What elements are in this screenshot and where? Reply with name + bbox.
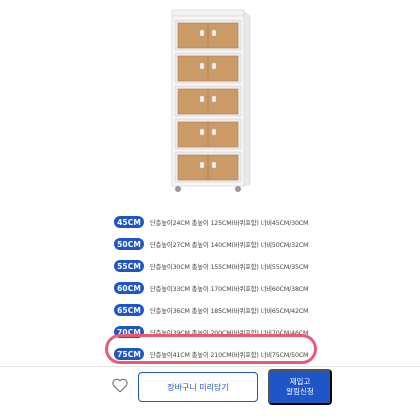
restock-label-line2: 알림신청: [286, 387, 314, 396]
restock-label-line1: 재입고: [289, 377, 311, 386]
restock-alert-button[interactable]: 재입고 알림신청: [268, 369, 332, 405]
add-to-cart-button[interactable]: 장바구니 미리담기: [138, 372, 258, 402]
wishlist-button[interactable]: [112, 377, 128, 393]
option-description: 단층높이30CM 총높이 155CM(바퀴포함) 너비55CM/35CM: [150, 263, 309, 271]
cabinet-handle: [211, 29, 217, 37]
cabinet-handle: [211, 128, 217, 136]
option-description: 단층높이24CM 총높이 125CM(바퀴포함) 너비45CM/30CM: [150, 219, 309, 227]
cabinet-handle: [211, 95, 217, 103]
size-option-50[interactable]: 50CM 단층높이27CM 총높이 140CM(바퀴포함) 너비50CM/32C…: [114, 237, 324, 251]
option-description: 단층높이36CM 총높이 185CM(바퀴포함) 너비65CM/42CM: [150, 307, 309, 315]
heart-outline-icon: [112, 378, 128, 392]
cabinet-handle: [199, 128, 205, 136]
size-badge: 45CM: [114, 216, 144, 228]
size-option-65[interactable]: 65CM 단층높이36CM 총높이 185CM(바퀴포함) 너비65CM/42C…: [114, 303, 324, 317]
size-badge: 60CM: [114, 282, 144, 294]
bottom-action-bar: 장바구니 미리담기 재입고 알림신청: [0, 366, 420, 420]
cabinet-handle: [211, 161, 217, 169]
cabinet-handle: [199, 161, 205, 169]
cabinet-handle: [199, 29, 205, 37]
option-description: 단층높이27CM 총높이 140CM(바퀴포함) 너비50CM/32CM: [150, 241, 309, 249]
cabinet-handle: [199, 95, 205, 103]
cabinet-handle: [211, 62, 217, 70]
option-description: 단층높이33CM 총높이 170CM(바퀴포함) 너비60CM/38CM: [150, 285, 309, 293]
size-option-55[interactable]: 55CM 단층높이30CM 총높이 155CM(바퀴포함) 너비55CM/35C…: [114, 259, 324, 273]
highlight-annotation: [105, 334, 317, 364]
storage-cabinet-illustration: [171, 9, 251, 192]
cabinet-handle: [199, 62, 205, 70]
size-badge: 50CM: [114, 238, 144, 250]
product-image: [168, 8, 252, 194]
size-badge: 65CM: [114, 304, 144, 316]
size-option-45[interactable]: 45CM 단층높이24CM 총높이 125CM(바퀴포함) 너비45CM/30C…: [114, 215, 324, 229]
size-option-60[interactable]: 60CM 단층높이33CM 총높이 170CM(바퀴포함) 너비60CM/38C…: [114, 281, 324, 295]
size-badge: 55CM: [114, 260, 144, 272]
